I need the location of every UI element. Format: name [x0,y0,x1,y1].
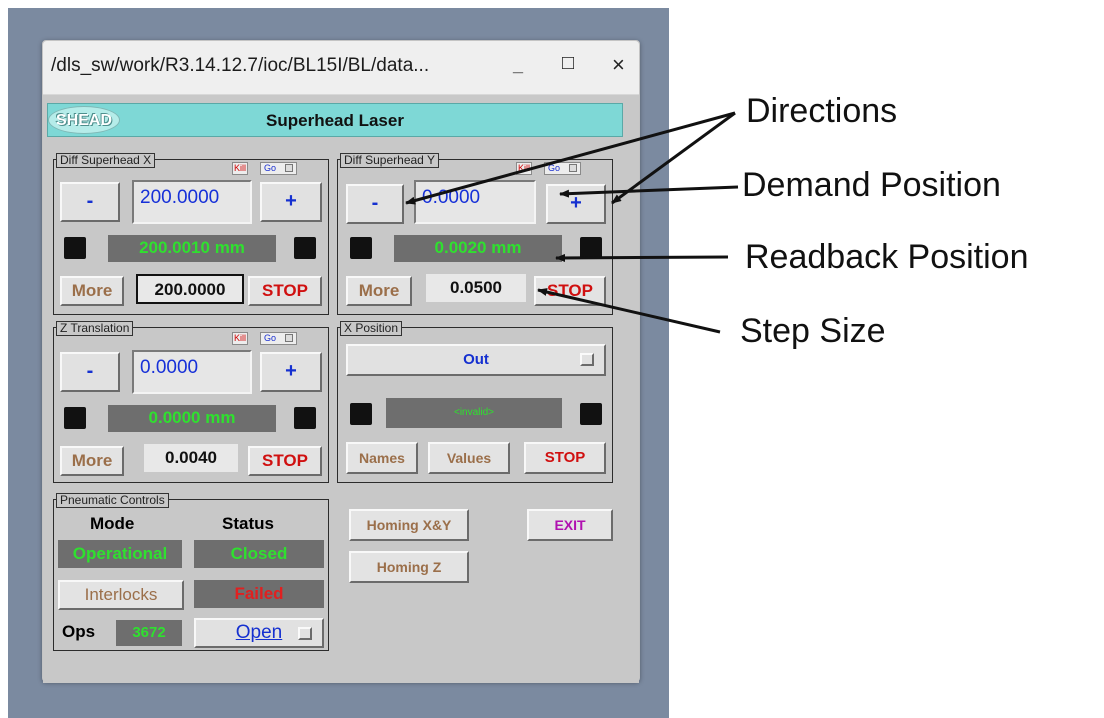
annotation-arrows [405,111,739,334]
step-size-arrow [537,288,721,334]
demand-position-annotation: Demand Position [742,166,1001,204]
readback-arrow [555,253,729,262]
directions-annotation: Directions [746,92,898,130]
step-size-annotation: Step Size [740,312,886,350]
demand-arrow [559,185,739,198]
readback-position-annotation: Readback Position [745,238,1029,276]
